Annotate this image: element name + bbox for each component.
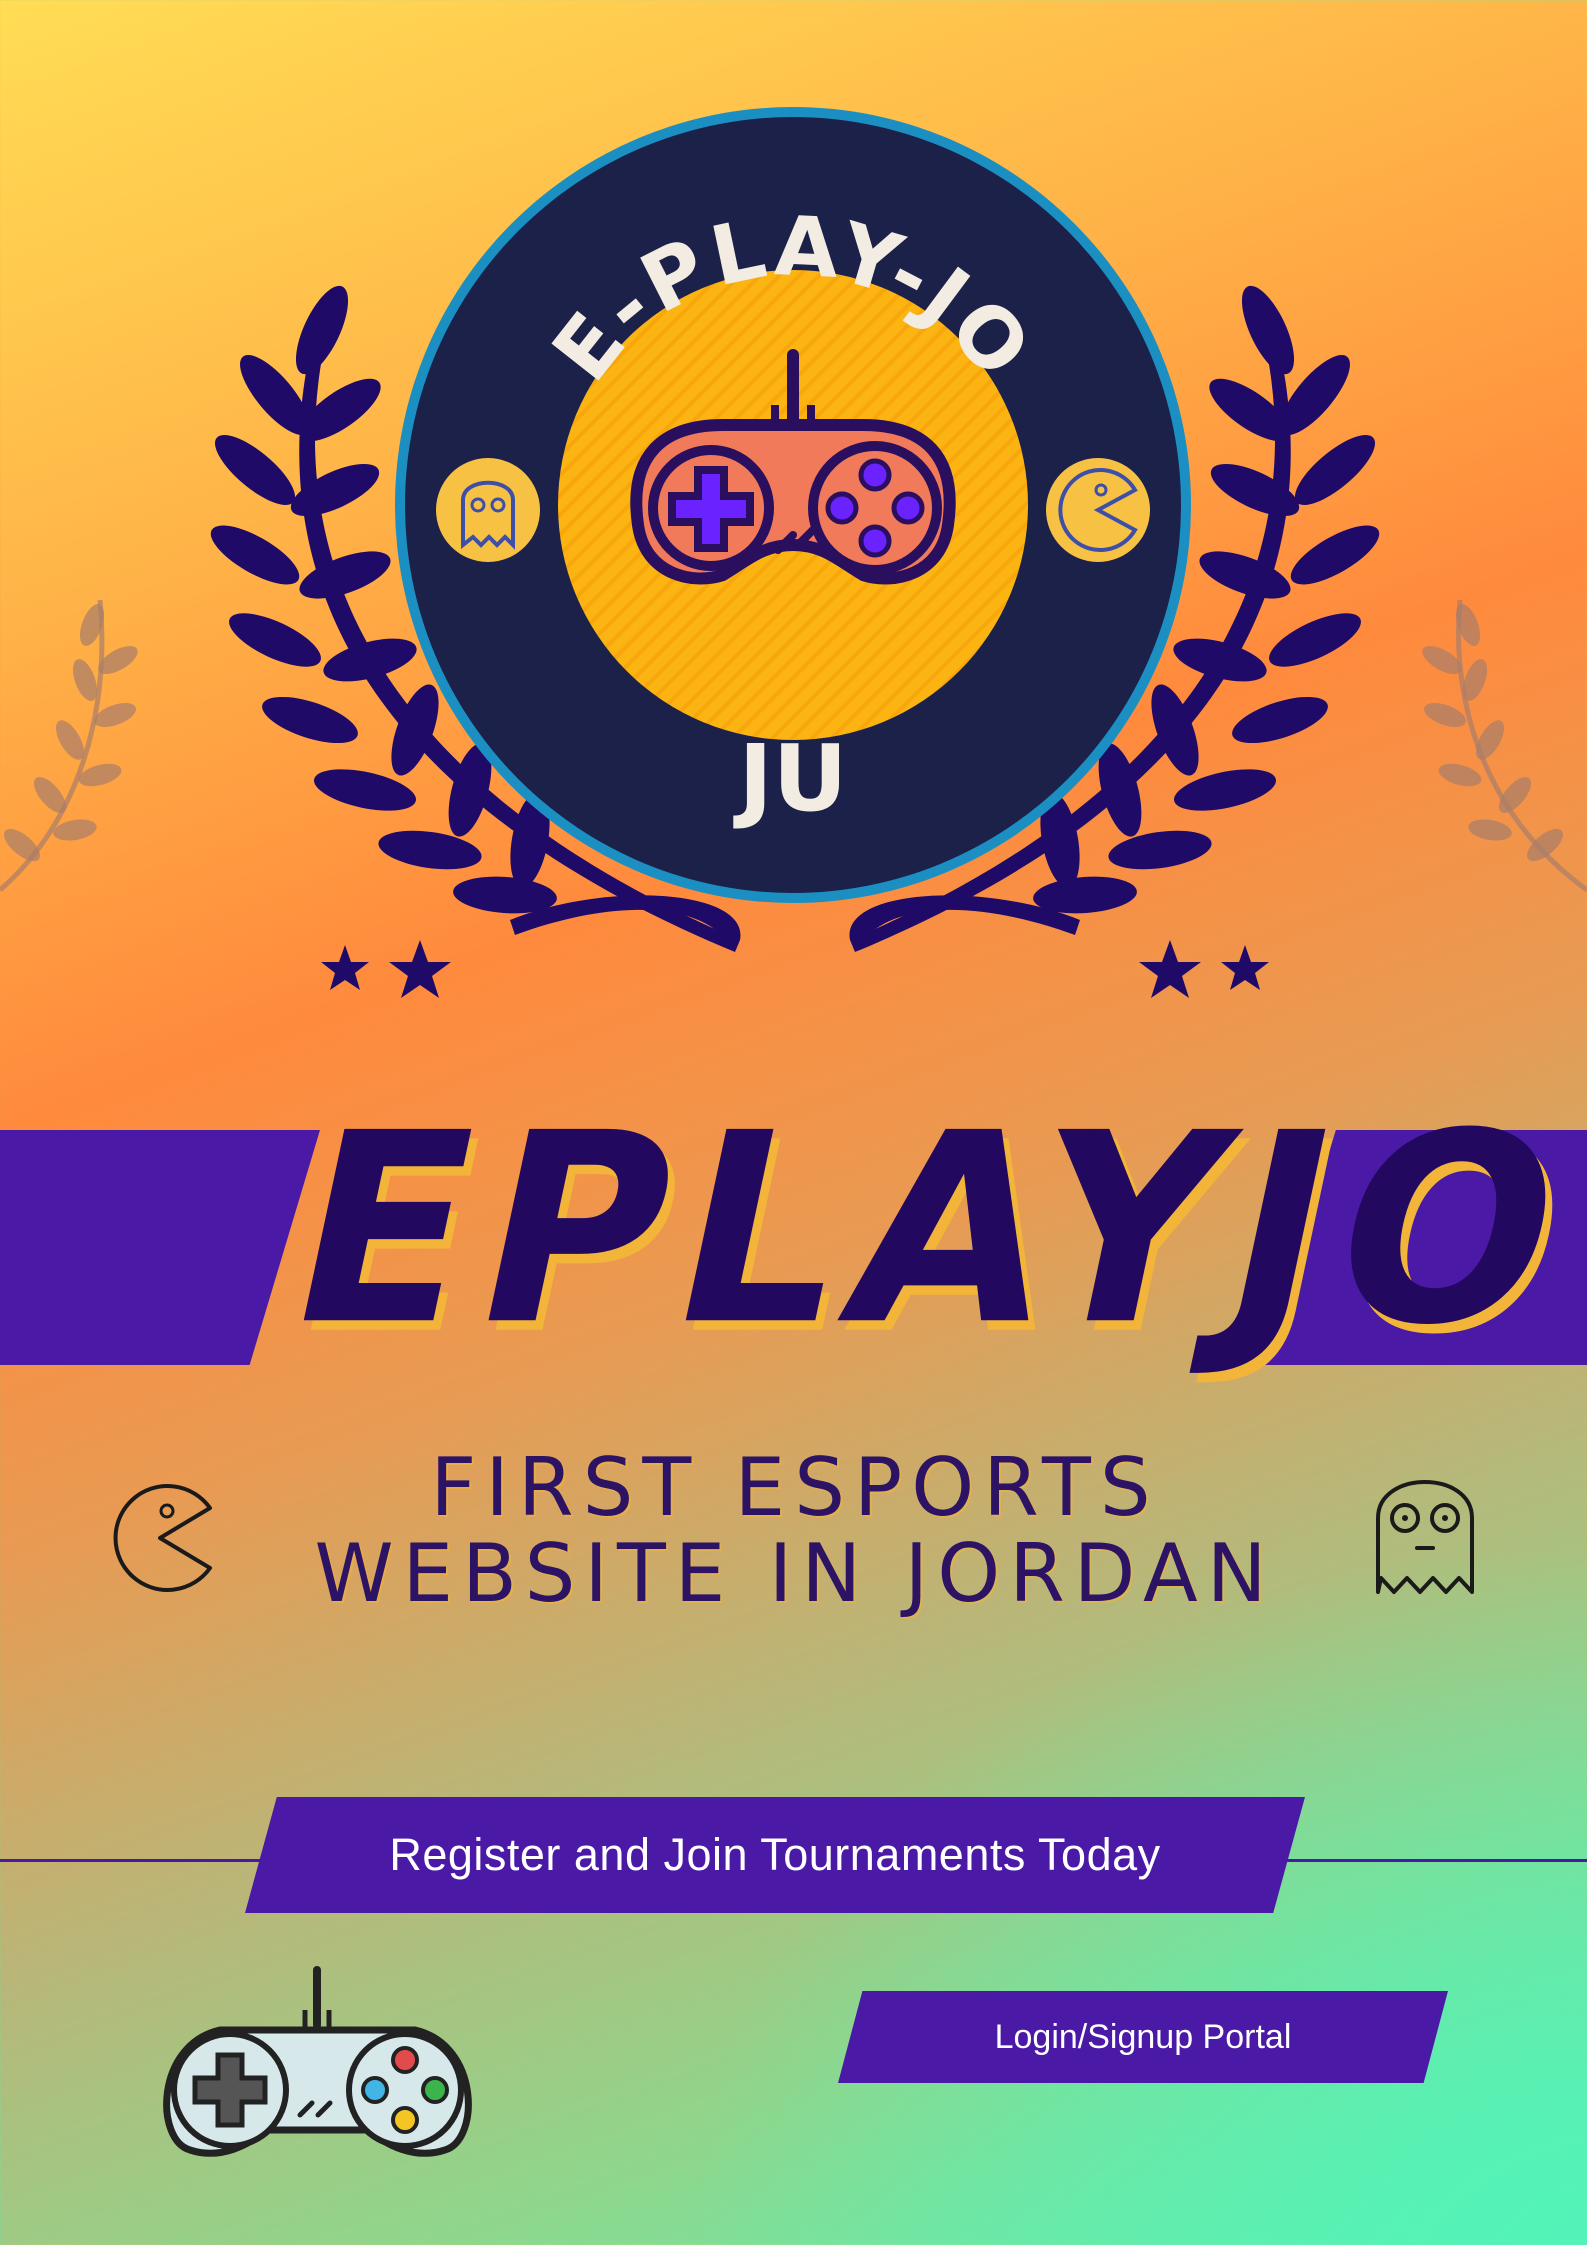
ghost-icon [436,458,540,562]
logo-badge-graphic: E-PLAY-JO JU [395,107,1191,903]
subtitle: FIRST ESPORTS WEBSITE IN JORDAN [240,1445,1350,1617]
pacman-icon [1046,458,1150,562]
title-band-left [0,1130,320,1365]
star-icon [321,940,451,998]
brand-title: EPLAYJO [267,1076,1587,1383]
faded-laurel-right-icon [1422,599,1587,893]
login-signup-label: Login/Signup Portal [994,2017,1292,2056]
star-icon [1139,940,1269,998]
register-tournaments-label: Register and Join Tournaments Today [389,1829,1161,1880]
logo-badge: E-PLAY-JO JU [393,105,1193,905]
gamepad-icon [163,1966,472,2157]
pacman-icon [113,1484,212,1592]
login-signup-button[interactable]: Login/Signup Portal [838,1991,1448,2083]
subtitle-line-2: WEBSITE IN JORDAN [314,1527,1276,1620]
logo-bottom-text: JU [733,725,848,832]
register-tournaments-button[interactable]: Register and Join Tournaments Today [245,1797,1305,1913]
subtitle-line-1: FIRST ESPORTS [430,1441,1160,1534]
faded-laurel-left-icon [0,599,138,892]
ghost-icon [1376,1480,1474,1594]
